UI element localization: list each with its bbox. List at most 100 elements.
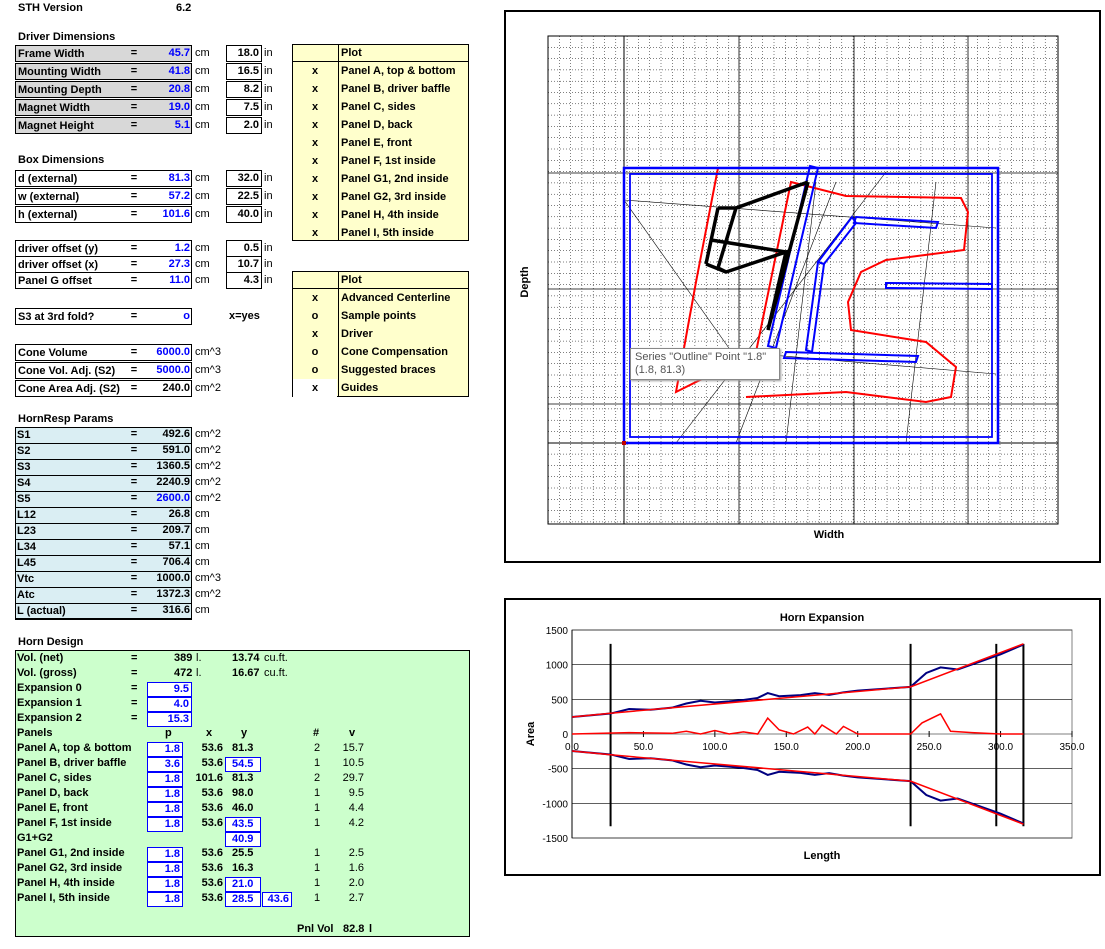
plot-toggle-mark[interactable]: x — [292, 152, 338, 170]
hornresp-value[interactable]: 316.6 — [148, 602, 192, 619]
panel-x: 53.6 — [201, 802, 223, 814]
hornresp-value[interactable]: 26.8 — [148, 506, 192, 523]
panel-volume: 4.2 — [348, 817, 364, 829]
horn-chart-title: Horn Expansion — [780, 612, 865, 624]
hornresp-value[interactable]: 706.4 — [148, 554, 192, 571]
panel-count: 1 — [314, 892, 321, 904]
panel-p-input[interactable]: 1.8 — [147, 787, 183, 802]
hornresp-value[interactable]: 492.6 — [148, 426, 192, 443]
cm-unit: cm — [195, 190, 210, 202]
horn-chart-frame[interactable]: Horn Expansion 1500 1000 500 0 -500 -1000 -1500… — [504, 598, 1101, 876]
panel-y-input[interactable]: 21.0 — [225, 877, 261, 892]
plot-toggle-mark[interactable]: x — [292, 98, 338, 116]
panel-y-input[interactable]: 54.5 — [225, 757, 261, 772]
plot-toggle-mark[interactable]: o — [293, 343, 337, 361]
plot-toggle-mark[interactable]: x — [293, 325, 337, 343]
expansion-input[interactable]: 9.5 — [147, 682, 192, 697]
plot-toggle-mark[interactable]: x — [293, 289, 337, 307]
hornresp-value[interactable]: 2600.0 — [148, 490, 192, 507]
panel-y-input[interactable]: 28.5 — [225, 892, 261, 907]
vol-net-cuft: 13.74 — [232, 652, 260, 664]
panel-y: 46.0 — [232, 802, 254, 814]
dim-cm-value[interactable]: 11.0 — [148, 272, 192, 289]
panel-count: 1 — [314, 787, 321, 799]
layout-chart-svg[interactable]: Width Depth — [506, 12, 1099, 561]
hornresp-value[interactable]: 2240.9 — [148, 474, 192, 491]
dim-cm-value[interactable]: 57.2 — [148, 188, 192, 205]
hornresp-unit: cm^2 — [195, 444, 221, 456]
plot-toggle-mark[interactable]: x — [292, 62, 338, 80]
panel-p-input[interactable]: 1.8 — [147, 742, 183, 757]
panel-p-input[interactable]: 3.6 — [147, 757, 183, 772]
dim-cm-value[interactable]: 41.8 — [148, 63, 192, 80]
plot-toggle-mark[interactable]: o — [293, 307, 337, 325]
in-unit: in — [264, 101, 273, 113]
horn-chart-svg[interactable]: Horn Expansion 1500 1000 500 0 -500 -1000 -1500… — [506, 600, 1099, 874]
panel-extra-input[interactable]: 43.6 — [262, 892, 292, 907]
panel-p-input[interactable]: 1.8 — [147, 817, 183, 832]
hornresp-value[interactable]: 209.7 — [148, 522, 192, 539]
pnlvol-unit: l — [369, 923, 373, 935]
plot-toggle-mark[interactable]: x — [292, 170, 338, 188]
dim-cm-value[interactable]: 20.8 — [148, 81, 192, 98]
expansion-input[interactable]: 4.0 — [147, 697, 192, 712]
layout-chart-frame[interactable]: Width Depth Series "Outline" Point "1.8"… — [504, 10, 1101, 563]
in-unit: in — [264, 258, 273, 270]
panel-p-input[interactable]: 1.8 — [147, 877, 183, 892]
equals-sign: = — [130, 492, 138, 504]
vol-gross-l: 472 — [174, 667, 193, 679]
plot-toggle-mark[interactable]: x — [292, 188, 338, 206]
expansion-input[interactable]: 15.3 — [147, 712, 192, 727]
hornresp-value[interactable]: 1360.5 — [148, 458, 192, 475]
hornresp-value[interactable]: 591.0 — [148, 442, 192, 459]
panel-p-input[interactable]: 1.8 — [147, 892, 183, 907]
cone-value[interactable]: 240.0 — [148, 380, 192, 397]
plot-toggle-mark[interactable]: x — [292, 224, 338, 242]
panel-p-input[interactable]: 1.8 — [147, 862, 183, 877]
s3-fold-value[interactable]: o — [148, 308, 192, 325]
equals-sign: = — [130, 208, 138, 220]
equals-sign: = — [130, 508, 138, 520]
hornresp-unit: cm^2 — [195, 588, 221, 600]
plot-toggle-mark[interactable]: x — [293, 379, 337, 397]
plot-toggle-mark[interactable]: o — [293, 361, 337, 379]
dim-cm-value[interactable]: 5.1 — [148, 117, 192, 134]
cone-value[interactable]: 5000.0 — [148, 362, 192, 379]
hornresp-value[interactable]: 57.1 — [148, 538, 192, 555]
dim-cm-value[interactable]: 19.0 — [148, 99, 192, 116]
dim-cm-value[interactable]: 81.3 — [148, 170, 192, 187]
panel-p-input[interactable]: 1.8 — [147, 772, 183, 787]
hornresp-unit: cm — [195, 524, 210, 536]
dim-cm-value[interactable]: 1.2 — [148, 240, 192, 257]
dim-in-value: 10.7 — [226, 256, 262, 273]
panel-y-input[interactable]: 43.5 — [225, 817, 261, 832]
hornresp-name: L45 — [17, 557, 36, 569]
in-unit: in — [264, 65, 273, 77]
dim-cm-value[interactable]: 45.7 — [148, 45, 192, 62]
hornresp-unit: cm — [195, 540, 210, 552]
g12-y-input[interactable]: 40.9 — [225, 832, 261, 847]
plot-toggle-mark[interactable]: x — [292, 116, 338, 134]
plot-toggle-mark[interactable]: x — [292, 80, 338, 98]
panel-p-input[interactable]: 1.8 — [147, 847, 183, 862]
panel-p-input[interactable]: 1.8 — [147, 802, 183, 817]
plot-option-label: Panel I, 5th inside — [341, 227, 434, 239]
version-value: 6.2 — [176, 2, 192, 14]
cone-value[interactable]: 6000.0 — [148, 344, 192, 361]
plot-toggle-mark[interactable]: x — [292, 134, 338, 152]
equals-sign: = — [130, 83, 138, 95]
dim-cm-value[interactable]: 27.3 — [148, 256, 192, 273]
hornresp-value[interactable]: 1000.0 — [148, 570, 192, 587]
dim-cm-value[interactable]: 101.6 — [148, 206, 192, 223]
box-dimensions-title: Box Dimensions — [18, 154, 105, 166]
version-label: STH Version — [18, 2, 83, 14]
equals-sign: = — [130, 65, 138, 77]
hornresp-value[interactable]: 1372.3 — [148, 586, 192, 603]
plot-option-label: Panel A, top & bottom — [341, 65, 456, 77]
in-unit: in — [264, 190, 273, 202]
panel-volume: 29.7 — [342, 772, 364, 784]
expansion-label: Expansion 2 — [17, 712, 82, 724]
equals-sign: = — [130, 172, 138, 184]
plot-toggle-mark[interactable]: x — [292, 206, 338, 224]
equals-sign: = — [131, 652, 138, 664]
